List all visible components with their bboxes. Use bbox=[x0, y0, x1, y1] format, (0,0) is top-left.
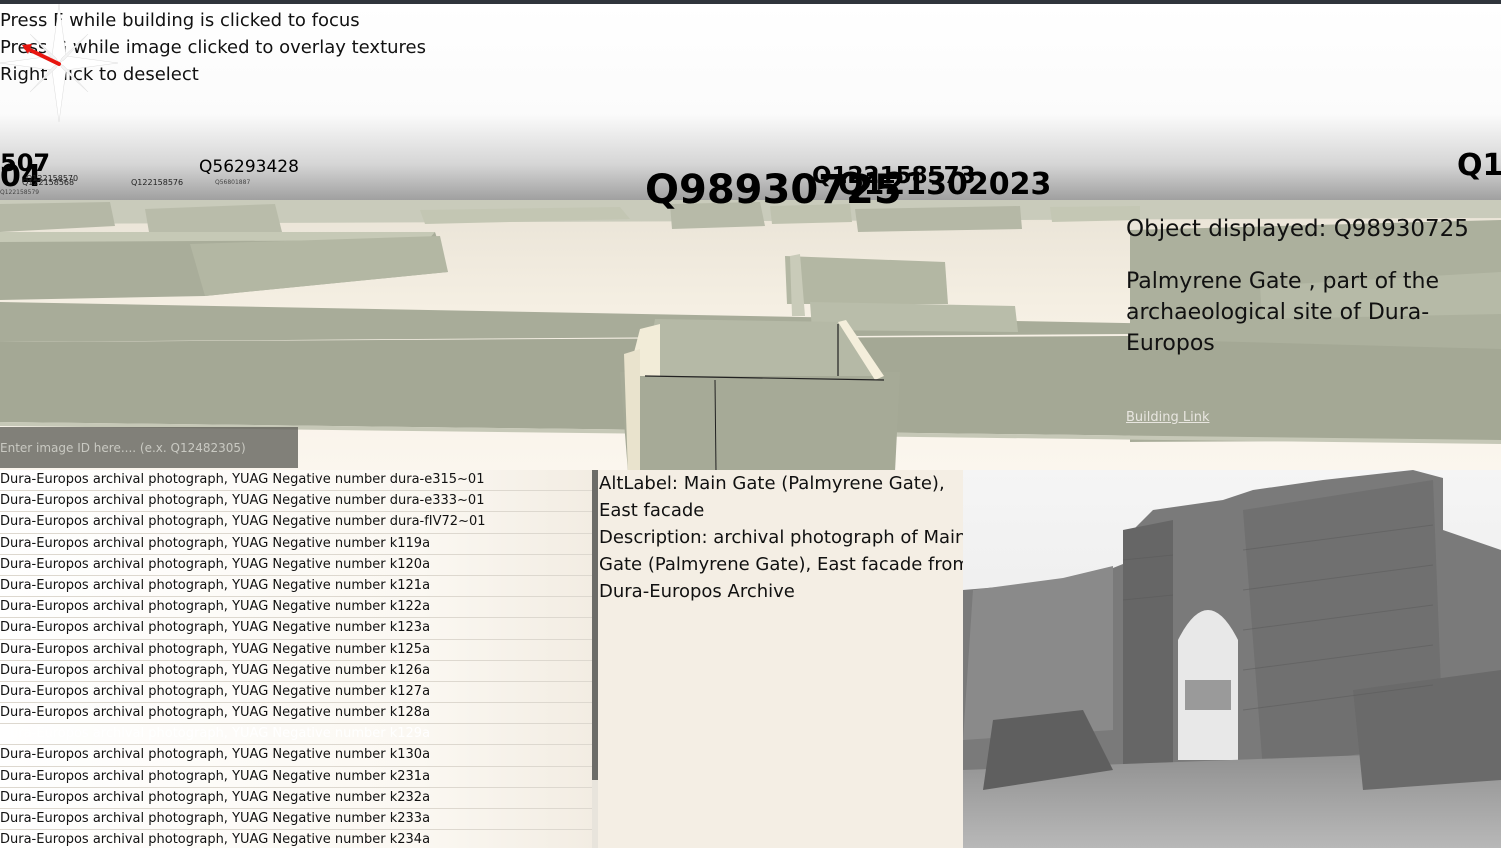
building-label-selected[interactable]: Q98930725 bbox=[645, 170, 902, 210]
image-list-item[interactable]: Dura-Europos archival photograph, YUAG N… bbox=[0, 640, 598, 661]
object-description: Palmyrene Gate , part of the archaeologi… bbox=[1126, 269, 1439, 356]
image-list-item[interactable]: Dura-Europos archival photograph, YUAG N… bbox=[0, 534, 598, 555]
image-list-item[interactable]: Dura-Europos archival photograph, YUAG N… bbox=[0, 682, 598, 704]
image-list-item[interactable]: Dura-Europos archival photograph, YUAG N… bbox=[0, 809, 598, 831]
image-list-item[interactable]: Dura-Europos archival photograph, YUAG N… bbox=[0, 491, 598, 513]
image-list-items: Dura-Europos archival photograph, YUAG N… bbox=[0, 470, 598, 848]
image-list-item[interactable]: Dura-Europos archival photograph, YUAG N… bbox=[0, 724, 598, 746]
building-label[interactable]: Q122158576 bbox=[131, 179, 183, 187]
image-list-item[interactable]: Dura-Europos archival photograph, YUAG N… bbox=[0, 618, 598, 640]
image-list-item[interactable]: Dura-Europos archival photograph, YUAG N… bbox=[0, 788, 598, 809]
compass-rose-icon bbox=[0, 4, 118, 122]
image-details: AltLabel: Main Gate (Palmyrene Gate), Ea… bbox=[599, 470, 971, 605]
image-list-item[interactable]: Dura-Europos archival photograph, YUAG N… bbox=[0, 512, 598, 534]
3d-viewport[interactable]: Press F while building is clicked to foc… bbox=[0, 4, 1501, 470]
object-info-panel: Object displayed: Q98930725 Palmyrene Ga… bbox=[1126, 216, 1501, 359]
image-list[interactable]: Dura-Europos archival photograph, YUAG N… bbox=[0, 470, 598, 848]
image-list-scrollbar[interactable] bbox=[592, 470, 598, 848]
image-id-search-input[interactable] bbox=[0, 427, 298, 468]
image-list-item[interactable]: Dura-Europos archival photograph, YUAG N… bbox=[0, 555, 598, 576]
image-list-item[interactable]: Dura-Europos archival photograph, YUAG N… bbox=[0, 703, 598, 725]
image-description: Description: archival photograph of Main… bbox=[599, 527, 970, 602]
archival-photo[interactable] bbox=[963, 470, 1501, 848]
building-label[interactable]: Q122158568 bbox=[22, 179, 74, 187]
image-list-item[interactable]: Dura-Europos archival photograph, YUAG N… bbox=[0, 661, 598, 682]
building-label[interactable]: Q1 bbox=[1457, 151, 1501, 181]
image-list-item[interactable]: Dura-Europos archival photograph, YUAG N… bbox=[0, 576, 598, 598]
building-label[interactable]: Q122158579 bbox=[0, 190, 39, 196]
image-altlabel: AltLabel: Main Gate (Palmyrene Gate), Ea… bbox=[599, 473, 945, 521]
image-list-item[interactable]: Dura-Europos archival photograph, YUAG N… bbox=[0, 767, 598, 788]
building-label[interactable]: Q56293428 bbox=[199, 159, 299, 176]
image-list-item[interactable]: Dura-Europos archival photograph, YUAG N… bbox=[0, 597, 598, 619]
building-link[interactable]: Building Link bbox=[1126, 410, 1210, 425]
object-displayed-label: Object displayed: Q98930725 bbox=[1126, 216, 1469, 242]
image-list-item[interactable]: Dura-Europos archival photograph, YUAG N… bbox=[0, 470, 598, 492]
image-list-item[interactable]: Dura-Europos archival photograph, YUAG N… bbox=[0, 830, 598, 848]
image-list-item[interactable]: Dura-Europos archival photograph, YUAG N… bbox=[0, 745, 598, 767]
building-label[interactable]: Q56801887 bbox=[215, 180, 250, 186]
gate-photo-image bbox=[963, 470, 1501, 848]
scrollbar-thumb[interactable] bbox=[592, 470, 598, 780]
